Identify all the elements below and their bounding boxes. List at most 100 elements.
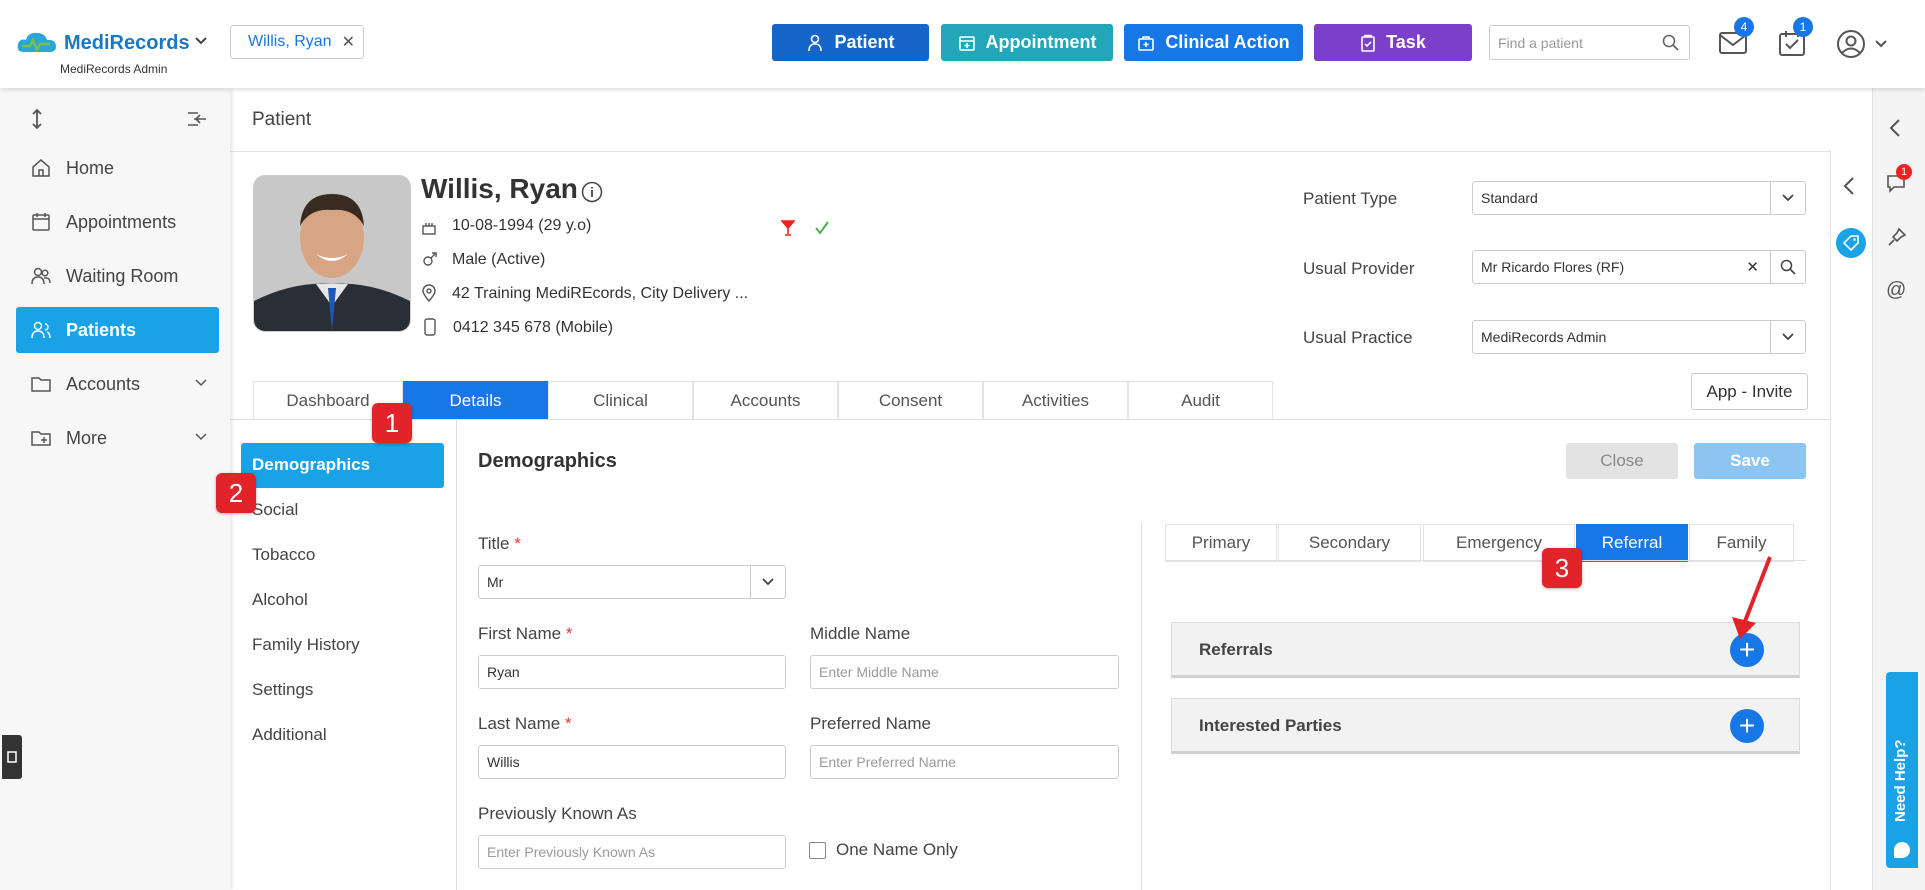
interested-parties-title: Interested Parties [1199, 716, 1342, 735]
last-name-input[interactable]: Willis [478, 745, 786, 779]
tab-consent[interactable]: Consent [838, 381, 983, 420]
patient-type-label: Patient Type [1303, 189, 1398, 208]
chevron-down-icon[interactable] [194, 36, 208, 46]
previously-known-as-input[interactable]: Enter Previously Known As [478, 835, 786, 869]
required-marker: * [565, 624, 573, 643]
nav-appointments-label: Appointments [66, 211, 177, 232]
usual-practice-select[interactable]: MediRecords Admin [1472, 320, 1806, 354]
chevron-down-icon[interactable] [1770, 182, 1805, 214]
patient-phone: 0412 345 678 (Mobile) [453, 319, 614, 336]
chevron-left-icon[interactable] [1889, 118, 1901, 138]
brand-name: MediRecords [64, 32, 190, 54]
middle-name-label: Middle Name [810, 624, 911, 643]
user-avatar-icon[interactable] [1836, 29, 1866, 59]
patient-gender: Male (Active) [452, 251, 546, 268]
chevron-down-icon[interactable] [750, 566, 785, 598]
appointment-button-label: Appointment [985, 32, 1097, 52]
step-marker-2: 2 [216, 473, 256, 513]
tab-clinical[interactable]: Clinical [548, 381, 693, 420]
open-patient-chip[interactable]: Willis, Ryan ✕ [230, 25, 364, 59]
sidebar: Home Appointments Waiting Room Patients … [0, 88, 230, 890]
right-tool-strip [1830, 150, 1873, 890]
new-appointment-button[interactable]: Appointment [941, 24, 1113, 61]
last-name-label-text: Last Name [478, 714, 561, 733]
last-name-label: Last Name * [478, 714, 572, 734]
patient-name: Willis, Ryan [421, 173, 578, 204]
patient-type-select[interactable]: Standard [1472, 181, 1806, 215]
need-help-button[interactable]: Need Help? [1886, 672, 1918, 868]
nav-home[interactable]: Home [16, 145, 219, 191]
chevron-down-icon[interactable] [1874, 39, 1888, 49]
medirecords-logo-icon [16, 30, 58, 56]
phone-icon [424, 318, 436, 336]
contact-tab-secondary[interactable]: Secondary [1278, 524, 1421, 562]
page-title: Patient [252, 109, 312, 130]
nav-home-label: Home [66, 157, 115, 178]
app-invite-button[interactable]: App - Invite [1691, 373, 1808, 410]
folder-icon [30, 373, 52, 395]
contact-tab-referral[interactable]: Referral [1576, 524, 1688, 562]
tab-audit[interactable]: Audit [1128, 381, 1273, 420]
nav-accounts[interactable]: Accounts [16, 361, 219, 407]
clinical-action-label: Clinical Action [1165, 32, 1290, 52]
tasks-badge: 1 [1793, 17, 1813, 37]
close-icon[interactable]: ✕ [342, 32, 355, 52]
info-icon[interactable] [581, 181, 603, 203]
new-task-button[interactable]: Task [1314, 24, 1472, 61]
search-icon[interactable] [1662, 34, 1679, 51]
details-subnav [241, 420, 457, 890]
title-value: Mr [487, 574, 504, 590]
clear-icon[interactable]: ✕ [1746, 258, 1759, 276]
subnav-settings[interactable]: Settings [252, 680, 313, 700]
referrals-panel: Referrals + [1171, 622, 1800, 678]
chevron-down-icon[interactable] [195, 379, 207, 387]
usual-practice-label: Usual Practice [1303, 328, 1413, 347]
location-icon [422, 284, 436, 302]
expand-vertical-icon[interactable] [30, 108, 44, 130]
tab-accounts[interactable]: Accounts [693, 381, 838, 420]
clinical-action-button[interactable]: Clinical Action [1124, 24, 1303, 61]
add-person-icon [806, 34, 824, 52]
tab-activities[interactable]: Activities [983, 381, 1128, 420]
tag-icon[interactable] [1836, 228, 1866, 258]
chevron-down-icon[interactable] [1770, 321, 1805, 353]
calendar-plus-icon [958, 34, 976, 52]
title-select[interactable]: Mr [478, 565, 786, 599]
new-patient-button[interactable]: Patient [772, 24, 929, 61]
add-interested-party-button[interactable]: + [1730, 709, 1764, 743]
subnav-social[interactable]: Social [252, 500, 298, 520]
preferred-name-input[interactable]: Enter Preferred Name [810, 745, 1119, 779]
usual-practice-value: MediRecords Admin [1481, 329, 1607, 345]
middle-name-input[interactable]: Enter Middle Name [810, 655, 1119, 689]
contact-tab-primary[interactable]: Primary [1165, 524, 1277, 562]
side-handle[interactable] [2, 735, 22, 779]
chevron-down-icon[interactable] [195, 433, 207, 441]
find-patient-input[interactable]: Find a patient [1489, 25, 1690, 60]
usual-provider-input[interactable]: Mr Ricardo Flores (RF) ✕ [1472, 250, 1806, 284]
pin-icon[interactable] [1887, 227, 1907, 247]
subnav-family-history[interactable]: Family History [252, 635, 360, 655]
close-button[interactable]: Close [1566, 443, 1678, 479]
pointer-arrow-icon [1730, 553, 1780, 643]
help-chat-icon [1894, 842, 1910, 858]
column-divider [1141, 523, 1142, 890]
task-button-label: Task [1386, 32, 1426, 52]
nav-more[interactable]: More [16, 415, 219, 461]
nav-waiting-room[interactable]: Waiting Room [16, 253, 219, 299]
search-icon[interactable] [1770, 251, 1805, 283]
collapse-sidebar-icon[interactable] [186, 111, 208, 127]
subnav-additional[interactable]: Additional [252, 725, 327, 745]
tab-details[interactable]: Details [403, 381, 548, 420]
nav-appointments[interactable]: Appointments [16, 199, 219, 245]
first-name-label-text: First Name [478, 624, 562, 643]
required-marker: * [564, 714, 572, 733]
referrals-title: Referrals [1199, 640, 1273, 659]
subnav-tobacco[interactable]: Tobacco [252, 545, 315, 565]
chevron-left-icon[interactable] [1843, 176, 1855, 196]
nav-patients[interactable]: Patients [16, 307, 219, 353]
subnav-alcohol[interactable]: Alcohol [252, 590, 308, 610]
first-name-input[interactable]: Ryan [478, 655, 786, 689]
one-name-only-checkbox[interactable] [809, 842, 826, 859]
at-mention-icon[interactable]: @ [1886, 279, 1906, 302]
save-button[interactable]: Save [1694, 443, 1806, 479]
